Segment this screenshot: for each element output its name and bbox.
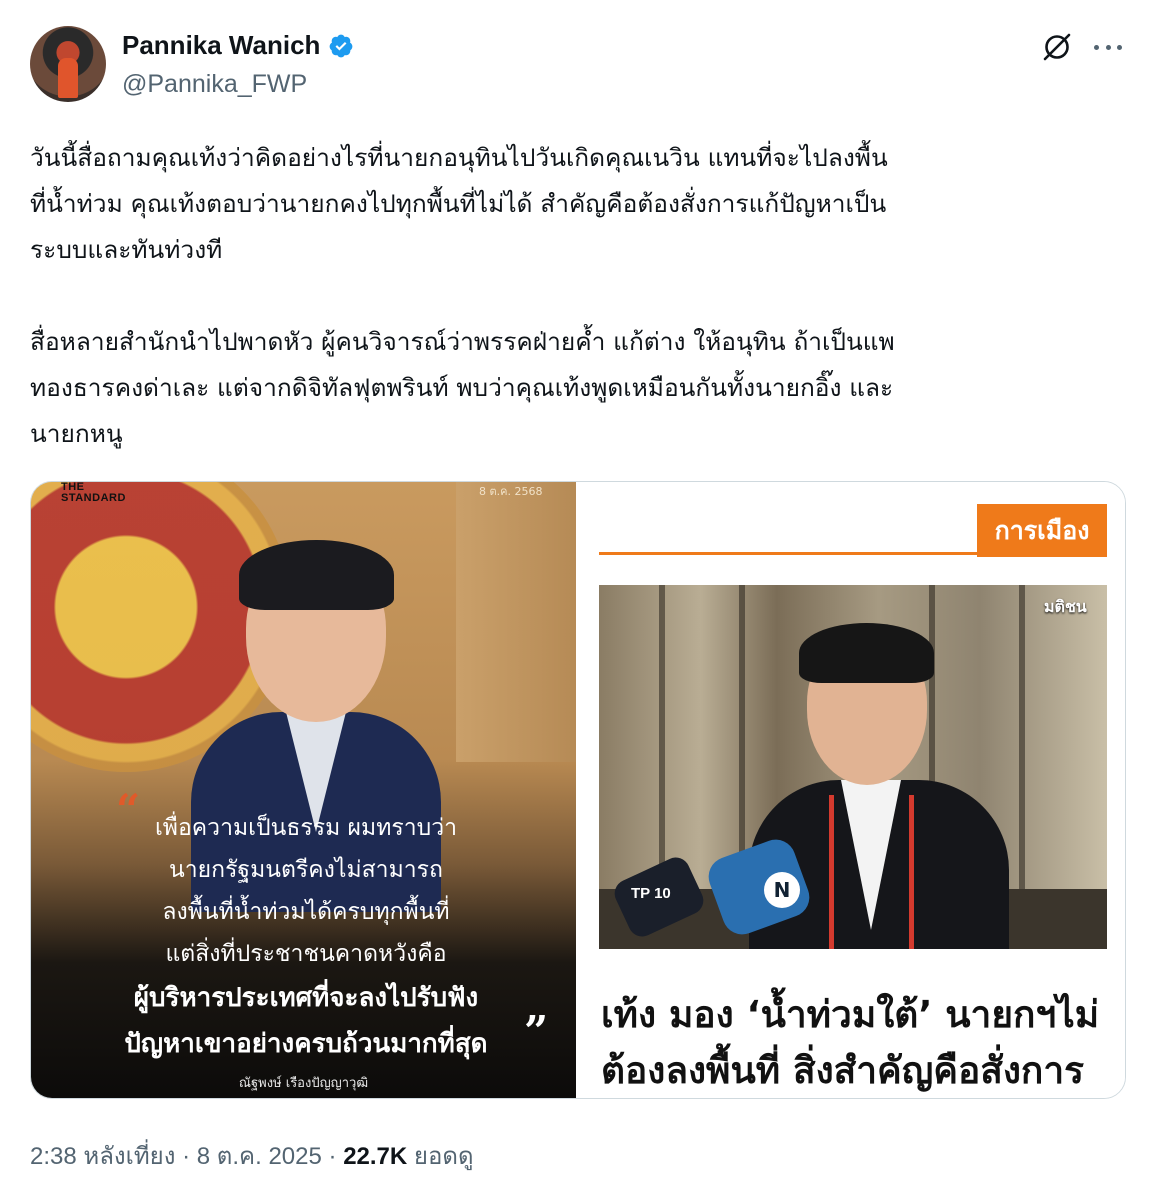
views-label: ยอดดู xyxy=(413,1143,474,1170)
quote-close-icon: ” xyxy=(524,1007,549,1056)
meta-separator: · xyxy=(328,1143,337,1170)
quote-bold-line: ปัญหาเขาอย่างครบถ้วนมากที่สุด xyxy=(124,1029,488,1059)
grok-icon[interactable] xyxy=(1040,30,1074,64)
section-tag: การเมือง xyxy=(977,504,1107,557)
quote-line: ลงพื้นที่น้ำท่วมได้ครบทุกพื้นที่ xyxy=(162,899,450,925)
the-standard-logo: THE STANDARD xyxy=(61,482,126,504)
media-image-right[interactable]: การเมือง TP 10 N มติชน เท้ง มอง ‘น้ำท่วม… xyxy=(579,482,1125,1098)
image-date: 8 ต.ค. 2568 xyxy=(479,485,543,498)
author-display-name[interactable]: Pannika Wanich xyxy=(122,30,320,61)
quote-line: เพื่อความเป็นธรรม ผมทราบว่า xyxy=(154,815,458,841)
quote-line: นายกรัฐมนตรีคงไม่สามารถ xyxy=(169,857,443,883)
mic-label: TP 10 xyxy=(631,885,671,902)
interview-photo: TP 10 N มติชน xyxy=(599,585,1107,949)
more-dots-icon[interactable] xyxy=(1090,30,1126,64)
author-name-row: Pannika Wanich xyxy=(122,30,354,61)
verified-badge-icon xyxy=(330,34,353,57)
media-attachment[interactable]: THE STANDARD 8 ต.ค. 2568 “ เพื่อความเป็น… xyxy=(30,481,1126,1099)
tweet-line: นายกหนู xyxy=(30,419,123,448)
media-image-left[interactable]: THE STANDARD 8 ต.ค. 2568 “ เพื่อความเป็น… xyxy=(31,482,576,1098)
tweet-line: ที่น้ำท่วม คุณเท้งตอบว่านายกคงไปทุกพื้นท… xyxy=(30,189,887,218)
tweet-time[interactable]: 2:38 หลังเที่ยง xyxy=(30,1143,175,1170)
tweet-line: วันนี้สื่อถามคุณเท้งว่าคิดอย่างไรที่นายก… xyxy=(30,143,888,172)
views-count: 22.7K xyxy=(343,1143,408,1170)
tweet-line: ระบบและทันท่วงที xyxy=(30,235,223,264)
avatar[interactable] xyxy=(30,26,106,102)
quote-bold-line: ผู้บริหารประเทศที่จะลงไปรับฟัง xyxy=(133,983,479,1013)
quote-block: เพื่อความเป็นธรรม ผมทราบว่า นายกรัฐมนตรี… xyxy=(71,807,541,1067)
tweet-line: ทองธารคงด่าเละ แต่จากดิจิทัลฟุตพรินท์ พบ… xyxy=(30,373,894,402)
tweet-meta: 2:38 หลังเที่ยง · 8 ต.ค. 2025 · 22.7K ยอ… xyxy=(30,1136,474,1175)
meta-separator: · xyxy=(182,1143,191,1170)
mic-logo: N xyxy=(764,872,800,908)
news-headline: เท้ง มอง ‘น้ำท่วมใต้’ นายกฯไม่ ต้องลงพื้… xyxy=(601,993,1100,1092)
tweet-line: สื่อหลายสำนักนำไปพาดหัว ผู้คนวิจารณ์ว่าพ… xyxy=(30,327,895,356)
author-handle[interactable]: @Pannika_FWP xyxy=(122,70,307,99)
quote-author: ณัฐพงษ์ เรืองปัญญาวุฒิ xyxy=(238,1076,369,1091)
tweet-text: วันนี้สื่อถามคุณเท้งว่าคิดอย่างไรที่นายก… xyxy=(30,135,1125,457)
matichon-watermark: มติชน xyxy=(1044,597,1087,616)
tweet-date[interactable]: 8 ต.ค. 2025 xyxy=(197,1143,322,1170)
quote-line: แต่สิ่งที่ประชาชนคาดหวังคือ xyxy=(165,941,447,967)
